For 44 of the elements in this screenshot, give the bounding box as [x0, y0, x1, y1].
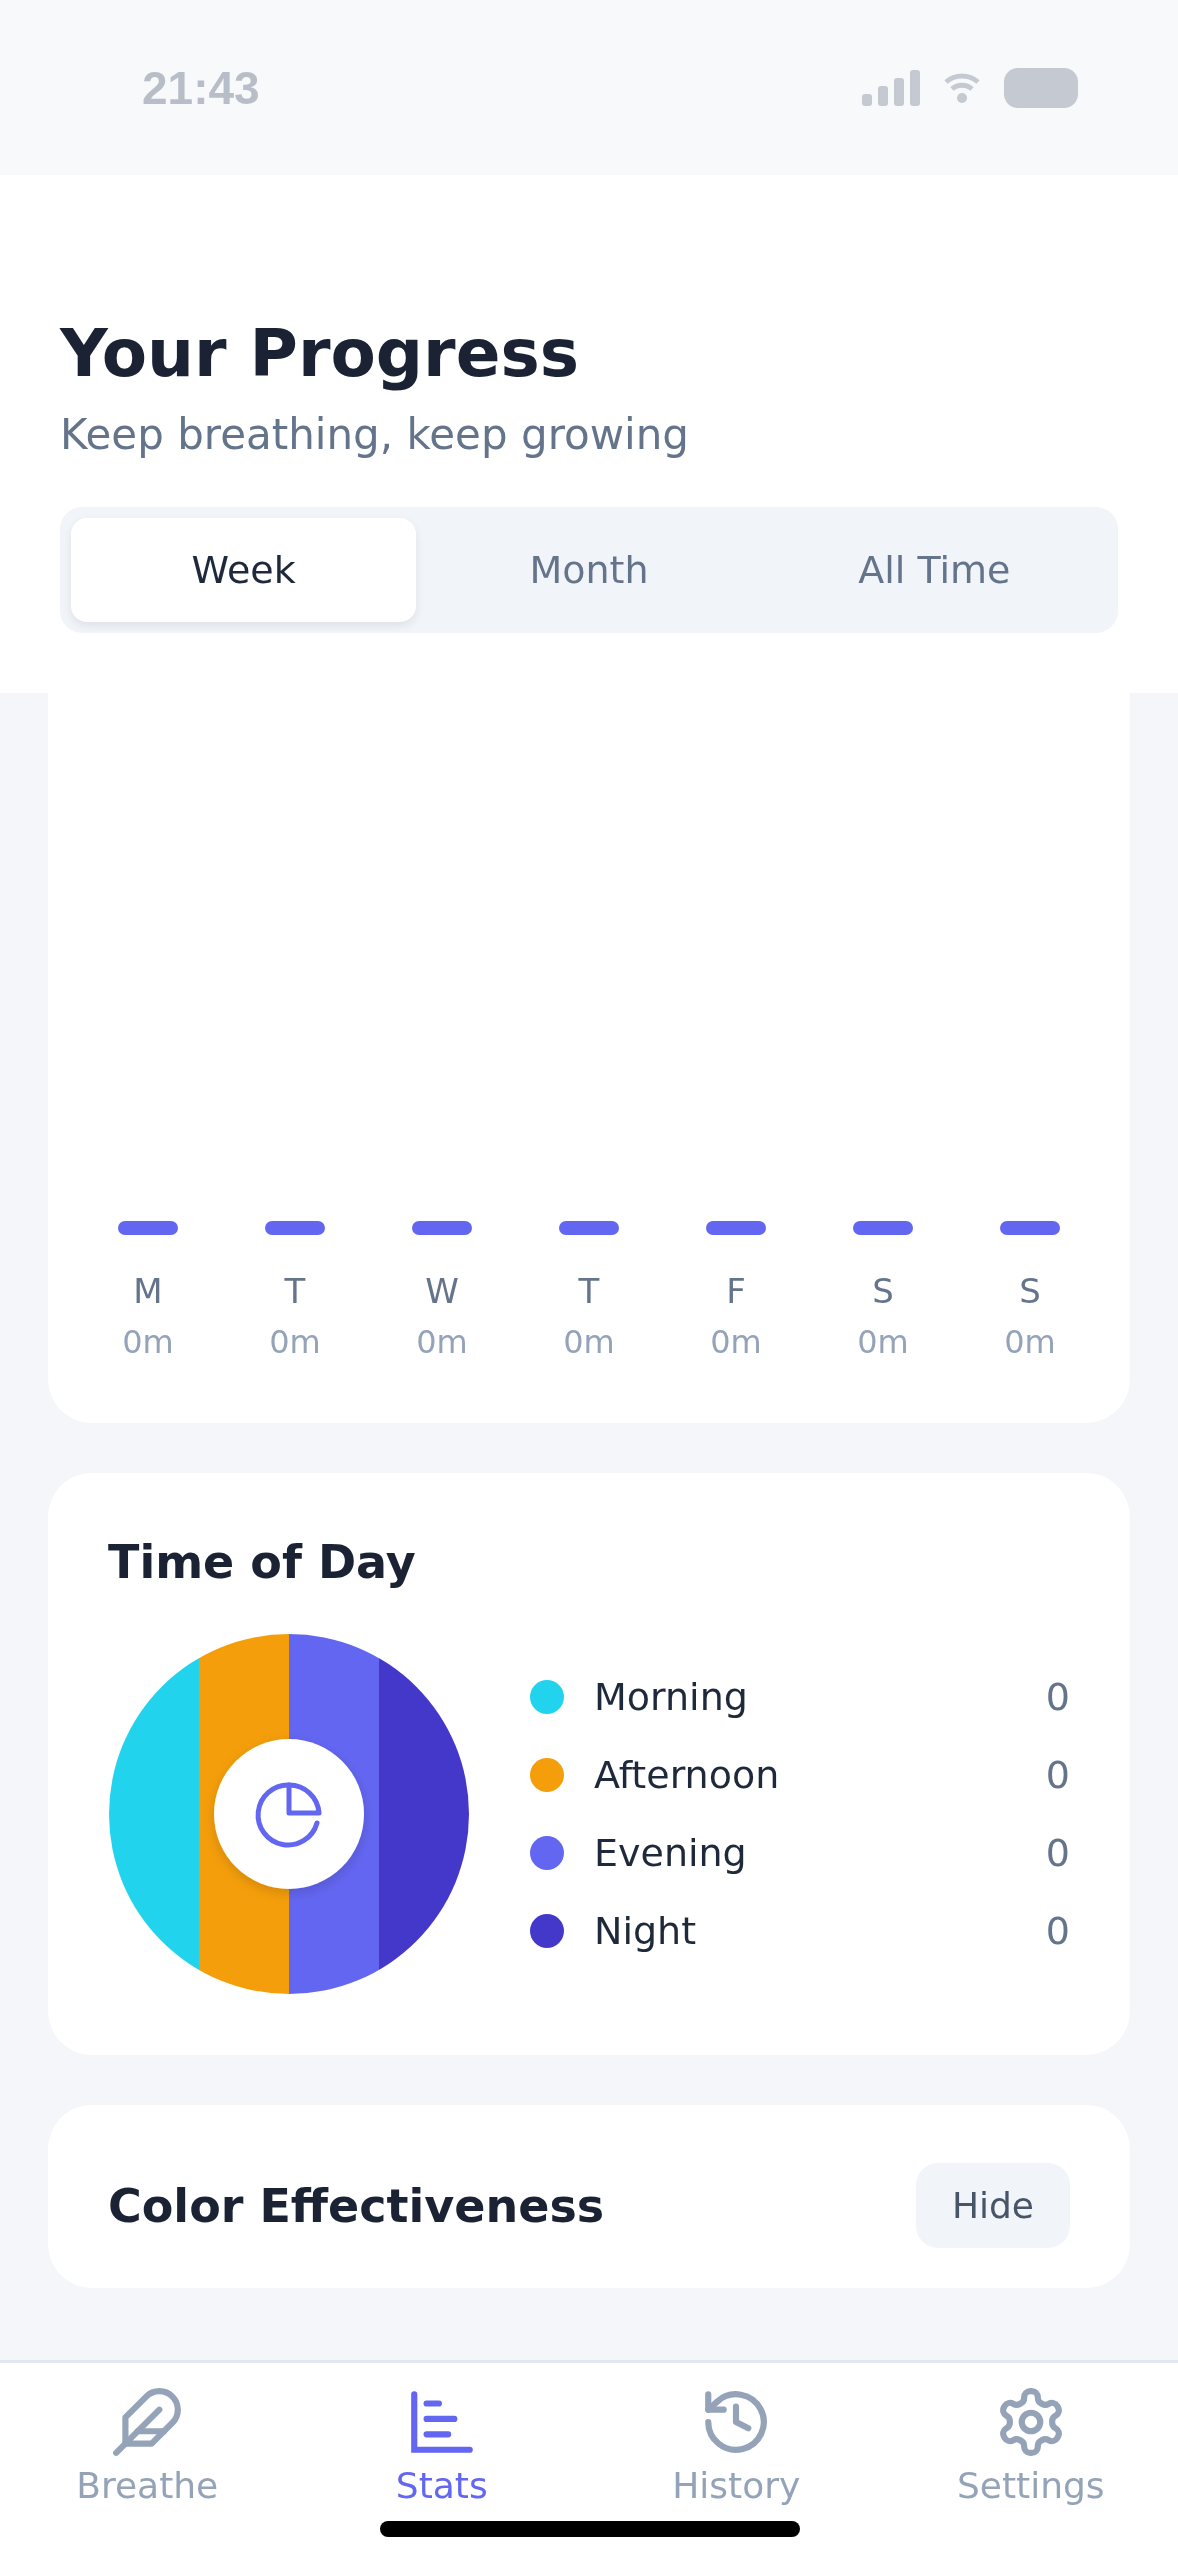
card-title: Time of Day [108, 1535, 417, 1589]
legend-value: 0 [1045, 1831, 1070, 1875]
day-label: S [1019, 1271, 1041, 1311]
hide-button[interactable]: Hide [915, 2163, 1070, 2248]
day-label: T [578, 1271, 600, 1311]
period-tab[interactable]: All Time [761, 518, 1107, 622]
day-bar [118, 1221, 178, 1235]
day-bar [853, 1221, 913, 1235]
period-tab[interactable]: Week [71, 518, 417, 622]
day-minutes: 0m [563, 1323, 615, 1361]
day-label: T [284, 1271, 306, 1311]
day-bar [1000, 1221, 1060, 1235]
legend-value: 0 [1045, 1675, 1070, 1719]
day-label: M [133, 1271, 163, 1311]
legend-label: Afternoon [594, 1753, 781, 1797]
nav-tab[interactable]: Breathe [0, 2385, 295, 2560]
page-title: Your Progress [60, 315, 580, 392]
card-title: Color Effectiveness [108, 2178, 605, 2233]
nav-tab[interactable]: History [589, 2385, 884, 2560]
legend-value: 0 [1045, 1909, 1070, 1953]
day-minutes: 0m [710, 1323, 762, 1361]
day-bar [265, 1221, 325, 1235]
day-bar [559, 1221, 619, 1235]
signal-icon [862, 69, 920, 106]
legend-label: Evening [594, 1831, 748, 1875]
legend-label: Night [594, 1909, 698, 1953]
legend-label: Morning [594, 1675, 749, 1719]
day-label: W [425, 1271, 459, 1311]
nav-tab[interactable]: Stats [294, 2385, 589, 2560]
day-bar [706, 1221, 766, 1235]
day-minutes: 0m [857, 1323, 909, 1361]
day-minutes: 0m [122, 1323, 174, 1361]
period-tab[interactable]: Month [416, 518, 762, 622]
day-bar [412, 1221, 472, 1235]
battery-icon [1004, 67, 1078, 108]
day-minutes: 0m [416, 1323, 468, 1361]
nav-tab[interactable]: Settings [883, 2385, 1178, 2560]
day-minutes: 0m [269, 1323, 321, 1361]
day-label: S [872, 1271, 894, 1311]
status-time: 21:43 [142, 60, 260, 115]
day-label: F [726, 1271, 746, 1311]
page-subtitle: Keep breathing, keep growing [60, 410, 690, 459]
day-minutes: 0m [1004, 1323, 1056, 1361]
legend-value: 0 [1045, 1753, 1070, 1797]
